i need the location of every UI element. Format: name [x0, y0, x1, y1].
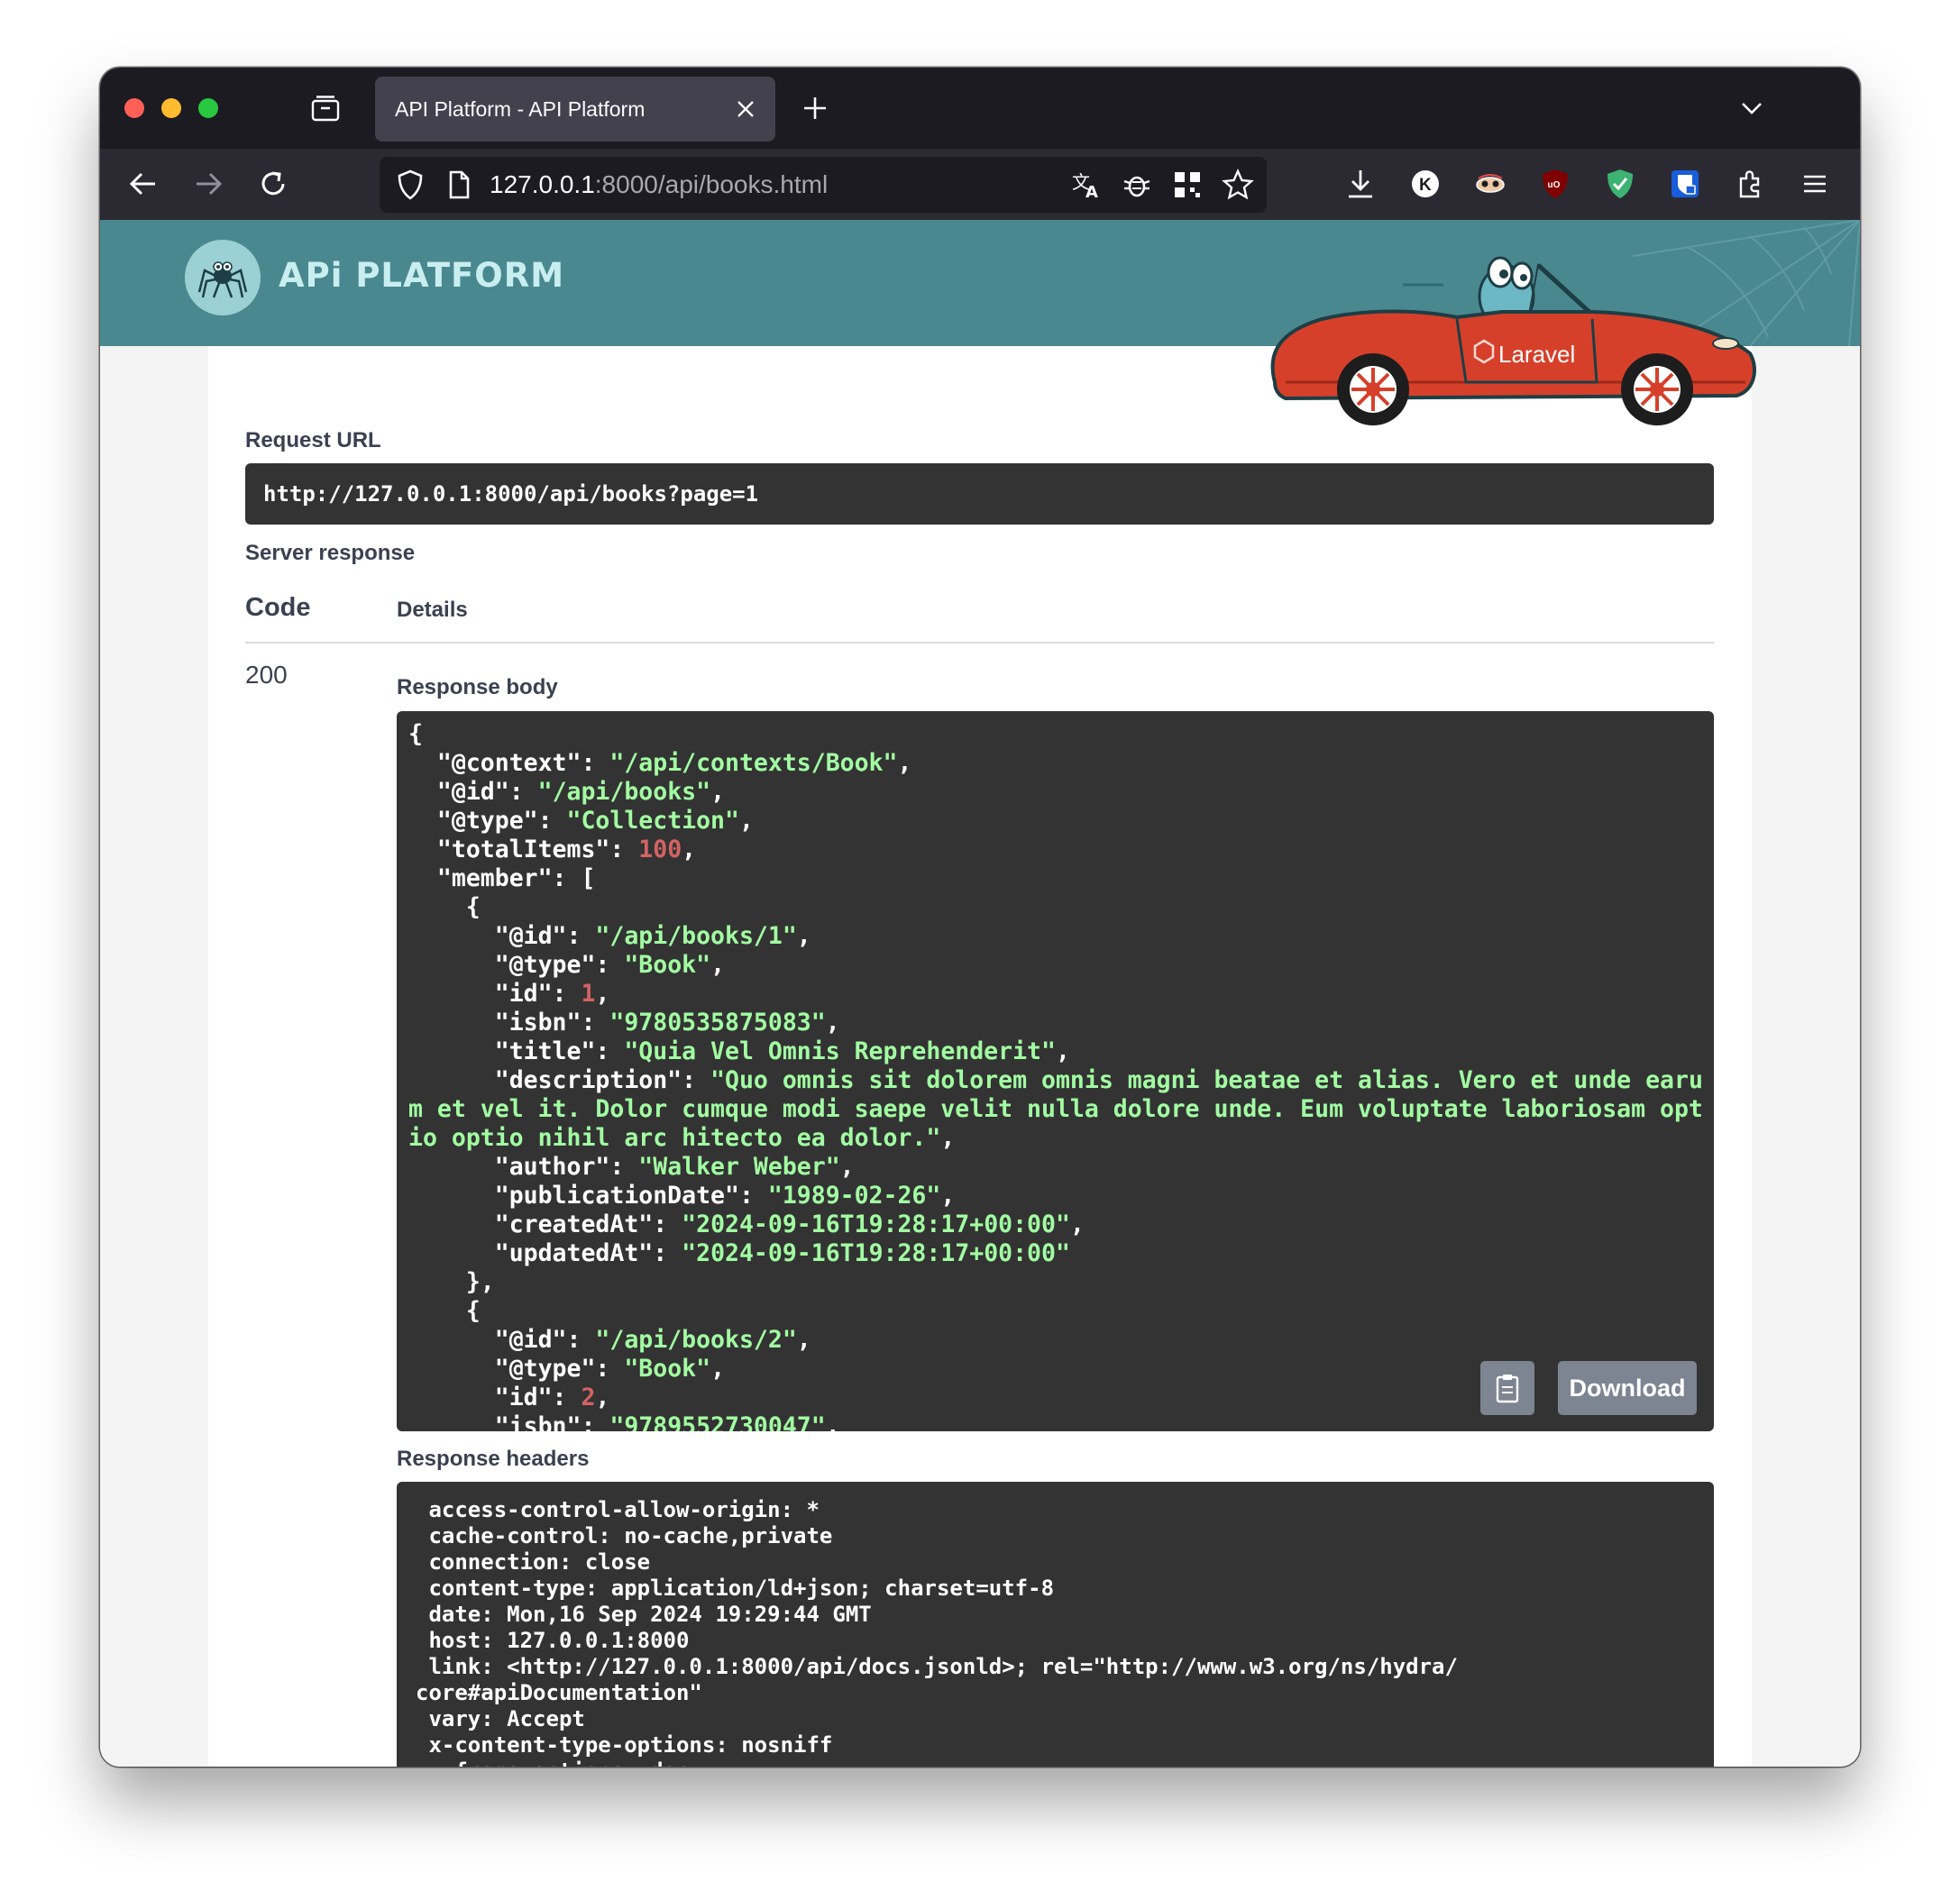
response-header-line: link: <http://127.0.0.1:8000/api/docs.js… — [428, 1654, 1458, 1679]
shield-check-extension-icon[interactable] — [1604, 168, 1636, 200]
response-headers-box: access-control-allow-origin: * cache-con… — [397, 1482, 1714, 1767]
svg-text:K: K — [1419, 176, 1432, 195]
response-body-code[interactable]: { "@context": "/api/contexts/Book", "@id… — [408, 720, 1705, 1431]
json-member-isbn: "9789552730047" — [609, 1412, 826, 1431]
json-member-id: "/api/books/2" — [595, 1326, 797, 1354]
tab-api-platform[interactable]: API Platform - API Platform — [375, 77, 775, 142]
json-member-title: "Quia Vel Omnis Reprehenderit" — [624, 1037, 1056, 1065]
json-member-publication-date: "1989-02-26" — [767, 1182, 941, 1210]
eyes-extension-icon[interactable] — [1474, 168, 1507, 200]
response-body-box: { "@context": "/api/contexts/Book", "@id… — [397, 711, 1714, 1431]
response-code: 200 — [245, 661, 288, 689]
download-button[interactable]: Download — [1558, 1361, 1697, 1415]
spider-mascot-icon — [197, 261, 248, 298]
json-member-updated-at: "2024-09-16T19:28:17+00:00" — [682, 1239, 1070, 1267]
bitwarden-icon[interactable] — [1669, 168, 1701, 200]
url-text[interactable]: 127.0.0.1:8000/api/books.html — [490, 157, 828, 213]
close-window-button[interactable] — [124, 98, 144, 118]
bookmark-star-icon[interactable] — [1222, 169, 1254, 201]
json-context: "/api/contexts/Book" — [609, 749, 898, 777]
response-header-line: cache-control: no-cache,private — [428, 1523, 833, 1548]
car-laravel-label: Laravel — [1498, 341, 1575, 368]
json-member-id: "/api/books/1" — [595, 922, 797, 950]
back-icon[interactable] — [127, 168, 160, 200]
page-icon — [449, 170, 470, 199]
json-total-items: 100 — [638, 836, 682, 863]
menu-icon[interactable] — [1799, 168, 1831, 200]
api-platform-logo[interactable] — [185, 240, 261, 315]
response-header-line: content-type: application/ld+json; chars… — [428, 1576, 1055, 1601]
clipboard-icon — [1496, 1375, 1519, 1403]
response-header-line: x-frame-options: deny — [416, 1758, 701, 1767]
qr-code-icon[interactable] — [1171, 169, 1204, 201]
k-extension-icon[interactable]: K — [1409, 168, 1442, 200]
extensions-puzzle-icon[interactable] — [1734, 168, 1766, 200]
json-member-numeric-id: 1 — [581, 980, 596, 1008]
response-headers-code[interactable]: access-control-allow-origin: * cache-con… — [416, 1497, 1696, 1767]
details-column-header: Details — [397, 598, 468, 622]
url-host: 127.0.0.1 — [490, 170, 595, 198]
download-icon[interactable] — [1344, 168, 1377, 200]
minimize-window-button[interactable] — [161, 98, 181, 118]
json-member-numeric-id: 2 — [581, 1384, 596, 1411]
request-url-label: Request URL — [245, 428, 381, 452]
url-path: :8000/api/books.html — [594, 170, 829, 198]
laravel-car-illustration: Laravel — [1270, 256, 1756, 425]
response-header-line: host: 127.0.0.1:8000 — [428, 1628, 690, 1653]
close-tab-icon[interactable] — [734, 97, 757, 121]
tab-title: API Platform - API Platform — [395, 97, 646, 121]
zoom-window-button[interactable] — [198, 98, 218, 118]
shield-icon[interactable] — [394, 169, 426, 201]
response-header-line: x-content-type-options: nosniff — [428, 1732, 833, 1758]
code-column-header: Code — [245, 593, 311, 622]
translate-icon[interactable]: 文 A — [1070, 169, 1103, 201]
request-url-box: http://127.0.0.1:8000/api/books?page=1 — [245, 463, 1714, 525]
svg-text:A: A — [1085, 183, 1098, 201]
json-member-type: "Book" — [624, 951, 711, 979]
forward-icon[interactable] — [192, 168, 224, 200]
navigation-bar: 127.0.0.1:8000/api/books.html 文 A K uO — [100, 149, 1860, 220]
table-divider — [245, 642, 1714, 644]
address-bar[interactable]: 127.0.0.1:8000/api/books.html 文 A — [380, 157, 1267, 213]
browser-window: API Platform - API Platform 127.0.0.1:80… — [100, 68, 1860, 1767]
new-tab-icon[interactable] — [801, 95, 829, 122]
copy-to-clipboard-button[interactable] — [1480, 1361, 1534, 1415]
response-header-line: access-control-allow-origin: * — [428, 1497, 820, 1522]
svg-text:uO: uO — [1548, 180, 1561, 190]
response-header-line: date: Mon,16 Sep 2024 19:29:44 GMT — [428, 1602, 872, 1627]
ublock-origin-icon[interactable]: uO — [1539, 168, 1571, 200]
request-url-value[interactable]: http://127.0.0.1:8000/api/books?page=1 — [263, 463, 758, 525]
response-headers-label: Response headers — [397, 1447, 590, 1471]
response-header-line: vary: Accept — [428, 1706, 585, 1731]
logo-text: APi PLATFORM — [279, 256, 565, 295]
reload-icon[interactable] — [257, 168, 289, 200]
bug-icon[interactable] — [1121, 169, 1153, 201]
json-member-isbn: "9780535875083" — [609, 1009, 826, 1037]
tab-overview-icon[interactable] — [311, 95, 340, 122]
tab-bar: API Platform - API Platform — [100, 68, 1860, 149]
chevron-down-icon[interactable] — [1738, 95, 1765, 122]
json-member-created-at: "2024-09-16T19:28:17+00:00" — [682, 1210, 1070, 1238]
json-member-type: "Book" — [624, 1355, 711, 1383]
response-header-line: connection: close — [428, 1549, 651, 1575]
json-member-author: "Walker Weber" — [638, 1153, 840, 1181]
server-response-label: Server response — [245, 541, 416, 565]
page-content: APi PLATFORM Laravel Request URL http://… — [100, 220, 1860, 1767]
json-type: "Collection" — [566, 807, 739, 835]
response-body-label: Response body — [397, 675, 558, 699]
json-member-description: "Quo omnis sit dolorem omnis magni beata… — [408, 1066, 1703, 1152]
response-header-line: core#apiDocumentation" — [416, 1680, 702, 1705]
json-id: "/api/books" — [537, 778, 711, 806]
